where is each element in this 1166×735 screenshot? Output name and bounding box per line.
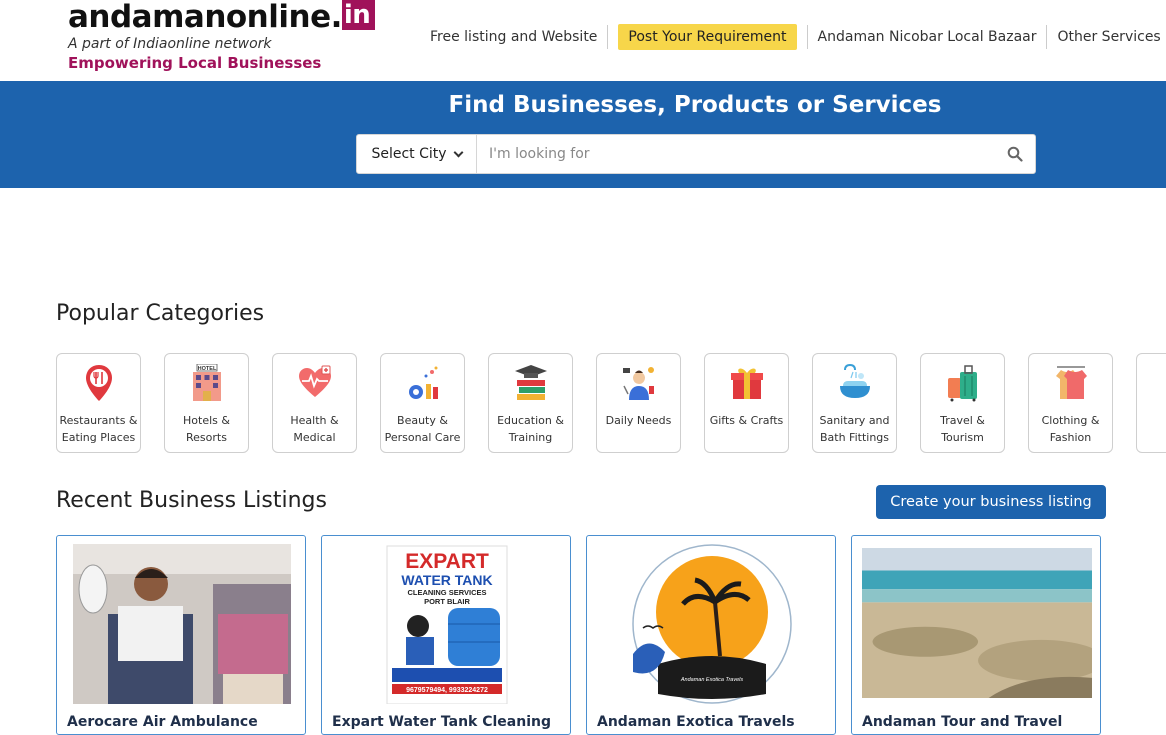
city-select[interactable]: Select City [357,135,477,173]
listing-card[interactable]: Andaman Tour and Travel [851,535,1101,735]
category-restaurants[interactable]: Restaurants &Eating Places [56,353,141,453]
category-label: Health &Medical [272,412,357,446]
category-gifts[interactable]: Gifts & Crafts [704,353,789,453]
search-bar: Select City [356,134,1036,174]
svg-text:EXPART: EXPART [405,550,489,573]
listing-photo [73,544,291,704]
gift-box-icon [727,363,767,403]
nav-other-services-link[interactable]: Other Services [1047,24,1166,50]
category-label: Daily Needs [596,412,681,429]
category-travel[interactable]: Travel &Tourism [920,353,1005,453]
bath-fittings-icon [835,363,875,403]
category-health[interactable]: Health &Medical [272,353,357,453]
category-hotels[interactable]: HOTEL Hotels &Resorts [164,353,249,453]
category-label: Beauty &Personal Care [380,412,465,446]
daily-needs-icon [619,363,659,403]
svg-text:WATER TANK: WATER TANK [401,572,492,588]
logo-wordmark: andamanonline.in [68,0,375,34]
health-heart-icon [295,363,335,403]
listing-grid: Aerocare Air Ambulance EXPART WATER TANK… [56,535,1101,735]
listing-card[interactable]: Andaman Exotica Travels Andaman Exotica … [586,535,836,735]
recent-listings-heading: Recent Business Listings [56,488,327,513]
search-icon [1007,146,1023,162]
popular-categories-heading: Popular Categories [56,301,264,326]
logo-name: andamanonline [68,0,331,34]
city-select-label: Select City [371,146,446,162]
search-banner: Find Businesses, Products or Services Se… [0,81,1166,188]
listing-logo: Andaman Exotica Travels [603,544,821,704]
category-sanitary[interactable]: Sanitary andBath Fittings [812,353,897,453]
logo-tld: in [342,0,375,30]
create-listing-button[interactable]: Create your business listing [876,485,1106,519]
clothing-icon [1051,363,1091,403]
logo-tagline: Empowering Local Businesses [68,54,375,72]
listing-title[interactable]: Expart Water Tank Cleaning [332,714,551,730]
category-label: Restaurants &Eating Places [56,412,141,446]
listing-title[interactable]: Andaman Tour and Travel [862,714,1062,730]
nav-divider [607,25,608,49]
listing-photo: EXPART WATER TANK CLEANING SERVICES PORT… [338,544,556,704]
category-label: Travel &Tourism [920,412,1005,446]
category-beauty[interactable]: Beauty &Personal Care [380,353,465,453]
listing-card[interactable]: Aerocare Air Ambulance [56,535,306,735]
top-navigation: Free listing and Website Post Your Requi… [420,24,1166,50]
chevron-down-icon [453,147,463,157]
category-label: Gifts & Crafts [704,412,789,429]
category-label: Hotels &Resorts [164,412,249,446]
logo-network-text: A part of Indiaonline network [68,36,375,52]
category-label: ElEq [1136,412,1166,446]
svg-text:Andaman Exotica Travels: Andaman Exotica Travels [680,677,744,683]
site-header: andamanonline.in A part of Indiaonline n… [0,0,1166,81]
category-daily-needs[interactable]: Daily Needs [596,353,681,453]
restaurant-pin-icon [79,363,119,403]
search-banner-title: Find Businesses, Products or Services [0,92,1166,118]
svg-text:HOTEL: HOTEL [197,366,216,372]
site-logo[interactable]: andamanonline.in A part of Indiaonline n… [68,0,375,72]
category-label: Sanitary andBath Fittings [812,412,897,446]
category-list: Restaurants &Eating Places HOTEL Hotels … [56,353,1166,453]
nav-free-listing-link[interactable]: Free listing and Website [420,24,607,50]
category-label: Clothing &Fashion [1028,412,1113,446]
listing-card[interactable]: EXPART WATER TANK CLEANING SERVICES PORT… [321,535,571,735]
graduation-books-icon [511,363,551,403]
category-education[interactable]: Education &Training [488,353,573,453]
listing-title[interactable]: Aerocare Air Ambulance [67,714,258,730]
category-clothing[interactable]: Clothing &Fashion [1028,353,1113,453]
svg-text:PORT BLAIR: PORT BLAIR [424,597,470,606]
hotel-icon: HOTEL [187,363,227,403]
beauty-products-icon [403,363,443,403]
category-electrical[interactable]: ElEq [1136,353,1166,453]
search-input[interactable] [477,136,995,172]
svg-text:CLEANING SERVICES: CLEANING SERVICES [407,588,486,597]
logo-dot: . [331,0,342,34]
electrical-icon [1159,363,1166,403]
category-label: Education &Training [488,412,573,446]
search-button[interactable] [995,135,1035,173]
nav-local-bazaar-link[interactable]: Andaman Nicobar Local Bazaar [808,24,1047,50]
luggage-icon [943,363,983,403]
svg-text:9679579494, 9933224272: 9679579494, 9933224272 [406,687,488,694]
listing-photo [862,548,1092,698]
nav-post-requirement-button[interactable]: Post Your Requirement [618,24,796,50]
listing-title[interactable]: Andaman Exotica Travels [597,714,795,730]
